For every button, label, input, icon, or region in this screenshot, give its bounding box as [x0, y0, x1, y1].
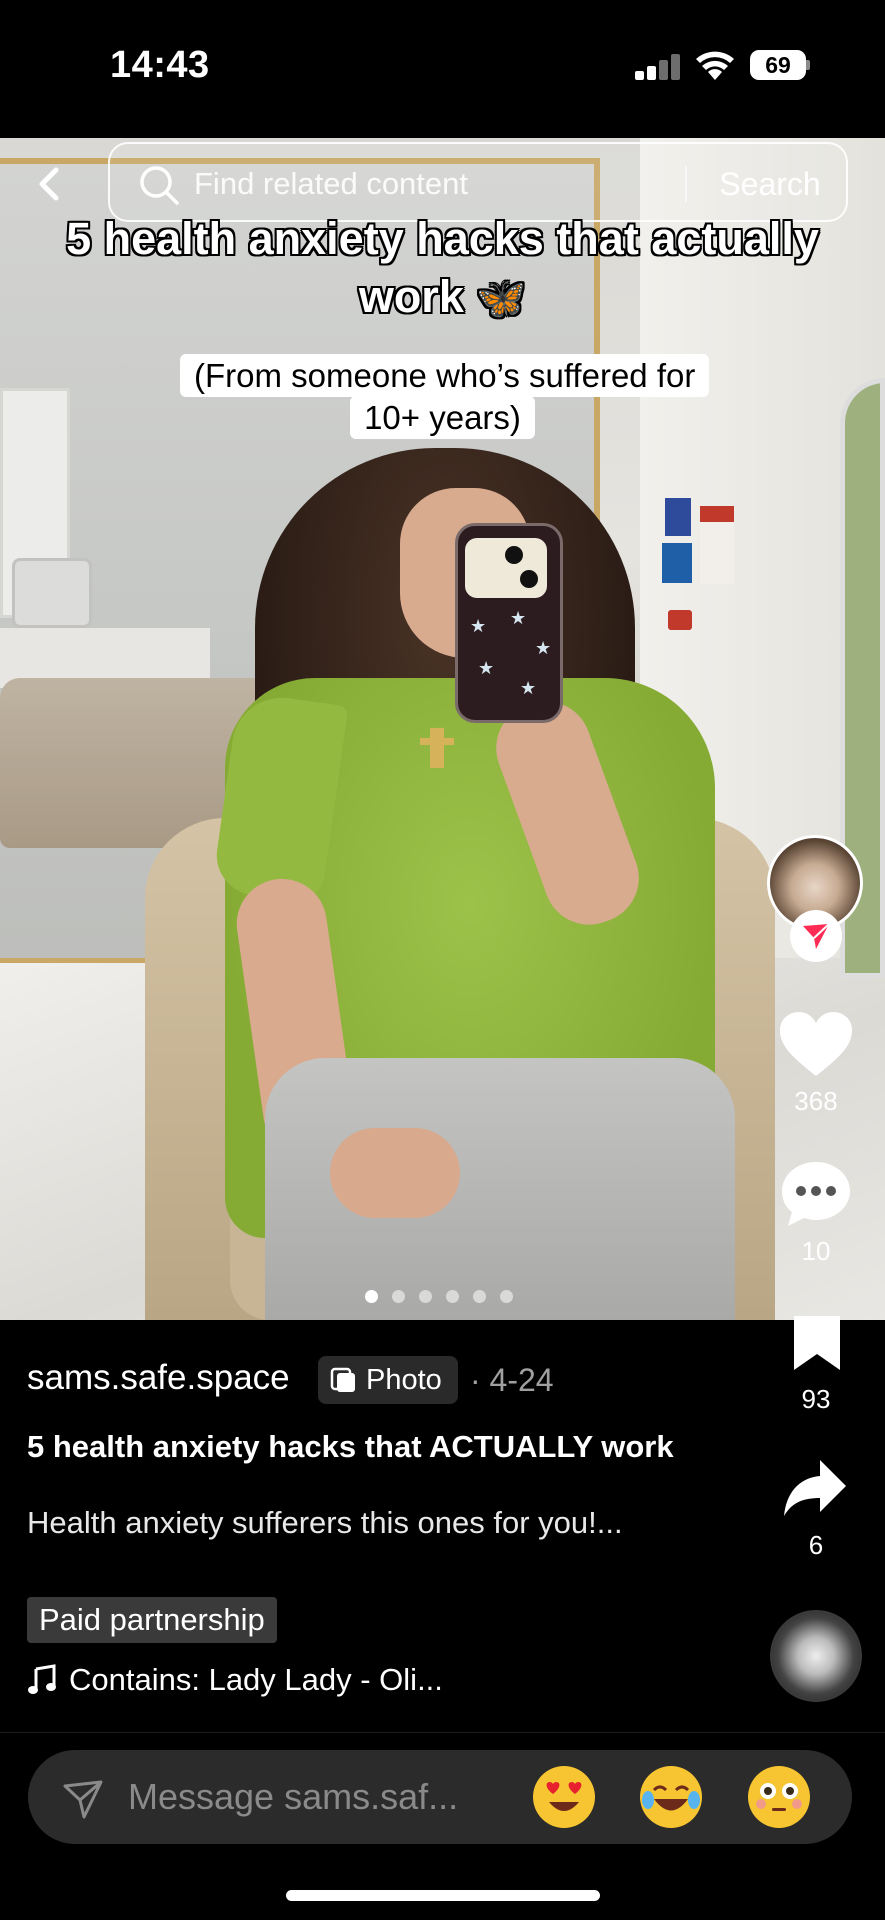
bookmark-icon[interactable]: [790, 1314, 844, 1372]
message-bar[interactable]: [28, 1750, 852, 1844]
music-label: Contains: Lady Lady - Oli...: [69, 1662, 443, 1697]
carousel-dot: [419, 1290, 432, 1303]
comment-icon[interactable]: [780, 1160, 852, 1228]
heart-icon[interactable]: [778, 1010, 854, 1080]
flushed-emoji-button[interactable]: [748, 1766, 810, 1828]
music-info[interactable]: Contains: Lady Lady - Oli...: [27, 1660, 443, 1700]
tears-of-joy-icon: [641, 1767, 701, 1827]
cellular-signal-icon: [635, 54, 681, 80]
battery-icon: 69: [750, 50, 810, 80]
butterfly-emoji: 🦋: [476, 277, 527, 321]
share-count: 6: [808, 1530, 824, 1560]
send-icon[interactable]: [62, 1778, 104, 1820]
carousel-indicator: [365, 1290, 525, 1304]
username[interactable]: sams.safe.space: [27, 1358, 290, 1398]
status-time: 14:43: [110, 44, 210, 86]
back-icon[interactable]: [28, 160, 72, 208]
like-count: 368: [794, 1086, 838, 1116]
post-overlay-title: 5 health anxiety hacks that actually wor…: [60, 210, 825, 328]
carousel-dot: [392, 1290, 405, 1303]
message-input[interactable]: [128, 1775, 528, 1819]
post-overlay-title-text: 5 health anxiety hacks that actually wor…: [66, 213, 819, 322]
wifi-icon: [696, 51, 734, 80]
flushed-face-icon: [749, 1767, 809, 1827]
post-overlay-subtitle: (From someone who’s suffered for 10+ yea…: [180, 354, 710, 439]
carousel-dot: [500, 1290, 513, 1303]
save-count: 93: [801, 1384, 831, 1414]
search-input[interactable]: [194, 164, 674, 204]
tears-of-joy-emoji-button[interactable]: [640, 1766, 702, 1828]
search-icon: [140, 166, 179, 205]
home-indicator[interactable]: [286, 1890, 600, 1901]
carousel-dot: [365, 1290, 378, 1303]
photo-badge: Photo: [318, 1356, 458, 1404]
post-description[interactable]: Health anxiety sufferers this ones for y…: [27, 1504, 657, 1541]
post-date: · 4-24: [470, 1362, 554, 1398]
divider: [0, 1732, 885, 1733]
heart-eyes-icon: [534, 1767, 594, 1827]
photo-stack-icon: [330, 1367, 355, 1392]
photo-badge-label: Photo: [366, 1364, 442, 1396]
share-icon[interactable]: [782, 1458, 848, 1518]
search-button[interactable]: Search: [700, 162, 840, 206]
heart-eyes-emoji-button[interactable]: [533, 1766, 595, 1828]
post-overlay-subtitle-text: (From someone who’s suffered for 10+ yea…: [180, 354, 710, 439]
search-divider: [685, 166, 687, 202]
follow-button[interactable]: [790, 910, 842, 962]
post-title[interactable]: 5 health anxiety hacks that ACTUALLY wor…: [27, 1428, 687, 1465]
comment-count: 10: [801, 1236, 831, 1266]
send-follow-icon: [803, 923, 830, 949]
carousel-dot: [473, 1290, 486, 1303]
battery-level: 69: [750, 50, 806, 80]
music-note-icon: [28, 1664, 56, 1694]
paid-partnership-badge[interactable]: Paid partnership: [27, 1597, 277, 1643]
carousel-dot: [446, 1290, 459, 1303]
status-bar: 14:43 69: [0, 0, 885, 138]
music-disc[interactable]: [770, 1610, 862, 1702]
